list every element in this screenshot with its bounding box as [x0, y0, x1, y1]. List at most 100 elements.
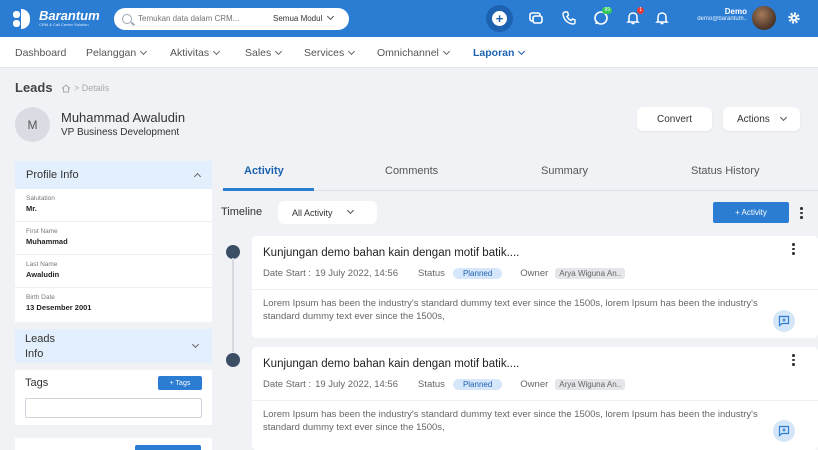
nav-aktivitas[interactable]: Aktivitas	[170, 47, 221, 59]
top-bar: Barantum CRM & Call Center Solution Semu…	[0, 0, 818, 37]
page-title: Leads	[15, 80, 53, 95]
nav-services[interactable]: Services	[304, 47, 356, 59]
tab-activity[interactable]: Activity	[244, 165, 284, 177]
leads-info-panel[interactable]: Leads Info	[15, 329, 212, 363]
profile-info-header[interactable]: Profile Info	[15, 161, 212, 189]
chevron-down-icon	[327, 12, 335, 21]
activity-meta: Date Start : 19 July 2022, 14:56 Status …	[263, 268, 626, 279]
nav-sales[interactable]: Sales	[245, 47, 283, 59]
gear-icon[interactable]	[787, 11, 801, 25]
timeline-label: Timeline	[221, 206, 263, 218]
leads-info-title-line: Info	[25, 348, 44, 360]
nav-label: Sales	[245, 47, 272, 59]
add-comment-button[interactable]	[773, 310, 795, 332]
more-options-icon[interactable]	[792, 354, 795, 368]
lead-name: Muhammad Awaludin	[61, 110, 186, 125]
nav-dashboard[interactable]: Dashboard	[15, 47, 66, 59]
field-label: Salutation	[26, 195, 55, 202]
next-panel	[15, 438, 212, 450]
add-tags-button[interactable]: + Tags	[158, 376, 202, 390]
card-divider	[252, 289, 818, 290]
main-nav: Dashboard Pelanggan Aktivitas Sales Serv…	[0, 37, 818, 68]
owner-label: Owner	[520, 379, 549, 390]
date-start-value: 19 July 2022, 14:56	[315, 268, 398, 279]
owner-label: Owner	[520, 268, 549, 279]
owner-badge: Arya Wiguna An..	[555, 379, 626, 390]
whatsapp-button[interactable]: 99	[593, 7, 612, 26]
activity-description: Lorem Ipsum has been the industry's stan…	[263, 409, 758, 433]
user-name: Demo	[724, 7, 747, 16]
date-start-label: Date Start :	[263, 379, 312, 390]
status-label: Status	[418, 379, 445, 390]
actions-button[interactable]: Actions	[723, 107, 800, 131]
field-value: 13 Desember 2001	[26, 303, 92, 312]
more-options-icon[interactable]	[800, 207, 803, 221]
lead-job-title: VP Business Development	[61, 127, 180, 138]
breadcrumb-current: > Details	[74, 83, 110, 93]
nav-label: Services	[304, 47, 345, 59]
lead-avatar: M	[15, 107, 50, 142]
chevron-down-icon	[213, 47, 221, 56]
profile-info-panel: Profile Info Salutation Mr. First Name M…	[15, 161, 212, 322]
field-birth-date: Birth Date 13 Desember 2001	[15, 288, 212, 321]
field-label: Birth Date	[26, 294, 55, 301]
search-input[interactable]	[138, 14, 263, 23]
chevron-down-icon	[442, 47, 450, 56]
status-badge: Planned	[452, 268, 503, 279]
comment-icon	[778, 425, 790, 437]
tab-summary[interactable]: Summary	[541, 165, 588, 177]
nav-label: Laporan	[473, 47, 515, 59]
actions-label: Actions	[737, 113, 770, 125]
plus-icon: +	[492, 11, 507, 26]
convert-button[interactable]: Convert	[637, 107, 712, 131]
logo-icon	[13, 8, 35, 29]
nav-label: Aktivitas	[170, 47, 210, 59]
home-icon[interactable]	[61, 83, 71, 93]
field-value: Awaludin	[26, 270, 60, 279]
app-logo[interactable]: Barantum CRM & Call Center Solution	[13, 8, 105, 29]
global-search[interactable]: Semua Modul	[114, 7, 349, 30]
nav-laporan[interactable]: Laporan	[473, 47, 526, 59]
field-label: Last Name	[26, 261, 58, 268]
more-options-icon[interactable]	[792, 243, 795, 257]
date-start-label: Date Start :	[263, 268, 312, 279]
activity-title: Kunjungan demo bahan kain dengan motif b…	[263, 358, 520, 370]
nav-pelanggan[interactable]: Pelanggan	[86, 47, 148, 59]
chevron-up-icon	[193, 172, 202, 181]
nav-label: Dashboard	[15, 47, 67, 59]
tags-input[interactable]	[25, 398, 202, 418]
field-value: Mr.	[26, 204, 37, 213]
tab-status-history[interactable]: Status History	[691, 165, 759, 177]
quick-add-button[interactable]: +	[486, 5, 513, 32]
activity-description: Lorem Ipsum has been the industry's stan…	[263, 298, 758, 322]
owner-badge: Arya Wiguna An..	[555, 268, 626, 279]
add-activity-button[interactable]: + Activity	[713, 202, 789, 223]
chat-icon[interactable]	[528, 10, 544, 26]
timeline-dot	[226, 353, 240, 367]
activity-card[interactable]: Kunjungan demo bahan kain dengan motif b…	[252, 347, 818, 450]
phone-icon[interactable]	[561, 10, 577, 26]
search-module-select[interactable]: Semua Modul	[273, 12, 335, 23]
chevron-down-icon	[140, 47, 148, 56]
breadcrumb: > Details	[61, 83, 109, 93]
timeline-line	[232, 258, 234, 352]
field-label: First Name	[26, 228, 58, 235]
add-comment-button[interactable]	[773, 420, 795, 442]
panel-action-button[interactable]	[135, 445, 201, 450]
activity-filter-select[interactable]: All Activity	[278, 201, 377, 224]
notification-button[interactable]: 1	[625, 7, 644, 26]
user-avatar[interactable]	[752, 6, 776, 30]
chevron-down-icon	[348, 47, 356, 56]
bell-icon[interactable]	[654, 10, 670, 26]
chevron-down-icon	[779, 113, 787, 121]
app-tagline: CRM & Call Center Solution	[39, 22, 89, 27]
tab-comments[interactable]: Comments	[385, 165, 438, 177]
field-salutation: Salutation Mr.	[15, 189, 212, 222]
user-menu[interactable]: Demo demo@barantum..	[675, 7, 747, 22]
chevron-down-icon	[518, 47, 526, 56]
leads-info-title: Leads Info	[25, 332, 55, 362]
activity-card[interactable]: Kunjungan demo bahan kain dengan motif b…	[252, 236, 818, 338]
date-start-value: 19 July 2022, 14:56	[315, 379, 398, 390]
status-label: Status	[418, 268, 445, 279]
nav-omnichannel[interactable]: Omnichannel	[377, 47, 450, 59]
